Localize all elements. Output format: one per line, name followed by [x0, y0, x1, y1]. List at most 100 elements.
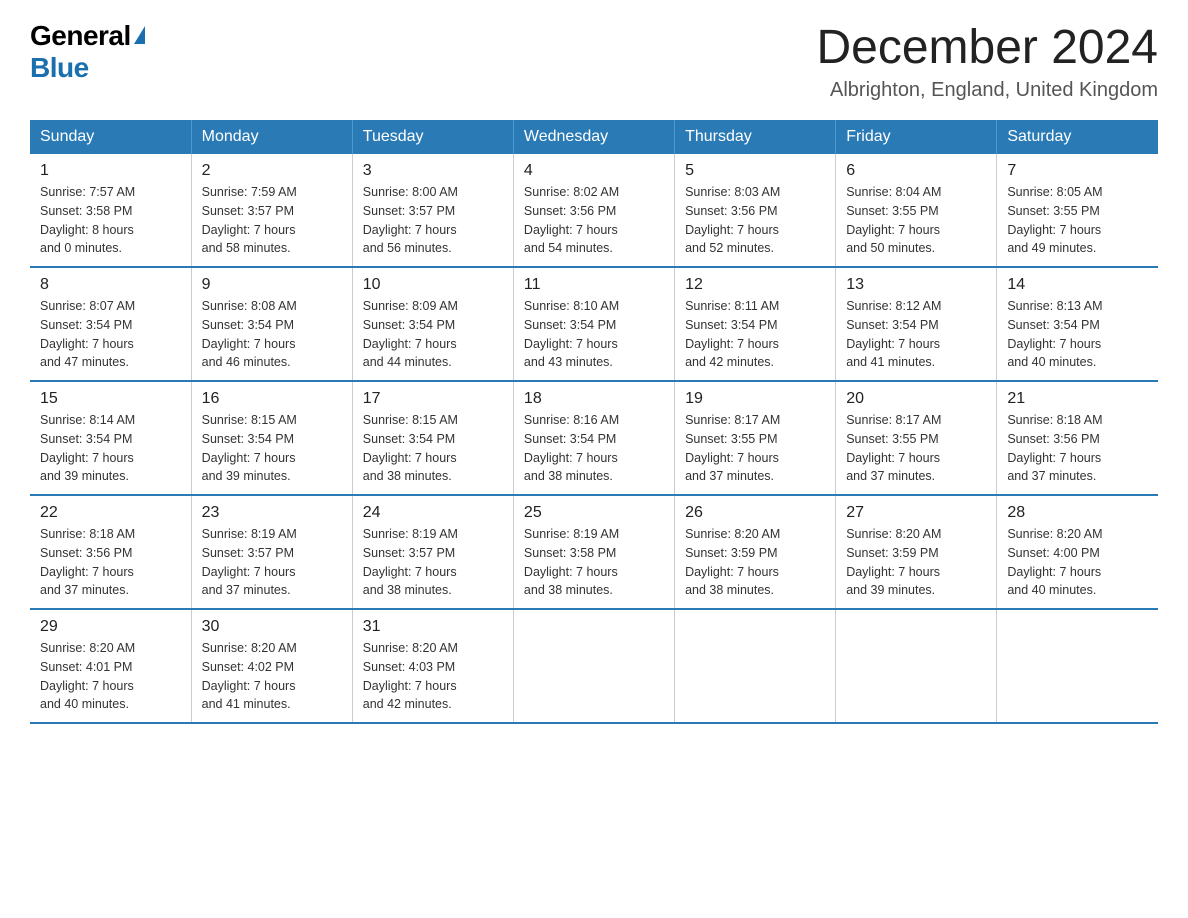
calendar-day-cell: 18 Sunrise: 8:16 AMSunset: 3:54 PMDaylig… — [513, 381, 674, 495]
calendar-day-cell: 3 Sunrise: 8:00 AMSunset: 3:57 PMDayligh… — [352, 154, 513, 267]
day-number: 4 — [524, 162, 664, 180]
calendar-day-cell — [513, 609, 674, 723]
day-number: 22 — [40, 504, 181, 522]
calendar-day-cell: 17 Sunrise: 8:15 AMSunset: 3:54 PMDaylig… — [352, 381, 513, 495]
day-info: Sunrise: 8:20 AMSunset: 4:02 PMDaylight:… — [202, 639, 342, 714]
calendar-day-cell: 8 Sunrise: 8:07 AMSunset: 3:54 PMDayligh… — [30, 267, 191, 381]
day-info: Sunrise: 8:08 AMSunset: 3:54 PMDaylight:… — [202, 297, 342, 372]
day-number: 7 — [1007, 162, 1148, 180]
day-number: 16 — [202, 390, 342, 408]
calendar-day-header: Tuesday — [352, 120, 513, 154]
day-number: 11 — [524, 276, 664, 294]
day-info: Sunrise: 8:14 AMSunset: 3:54 PMDaylight:… — [40, 411, 181, 486]
logo: General Blue — [30, 20, 145, 84]
calendar-day-cell: 4 Sunrise: 8:02 AMSunset: 3:56 PMDayligh… — [513, 154, 674, 267]
day-info: Sunrise: 8:20 AMSunset: 3:59 PMDaylight:… — [846, 525, 986, 600]
day-number: 3 — [363, 162, 503, 180]
calendar-week-row: 8 Sunrise: 8:07 AMSunset: 3:54 PMDayligh… — [30, 267, 1158, 381]
calendar-day-header: Friday — [836, 120, 997, 154]
day-number: 9 — [202, 276, 342, 294]
page-header: General Blue December 2024 Albrighton, E… — [30, 20, 1158, 102]
calendar-day-cell: 22 Sunrise: 8:18 AMSunset: 3:56 PMDaylig… — [30, 495, 191, 609]
day-info: Sunrise: 8:17 AMSunset: 3:55 PMDaylight:… — [846, 411, 986, 486]
calendar-day-header: Wednesday — [513, 120, 674, 154]
day-number: 15 — [40, 390, 181, 408]
day-info: Sunrise: 8:19 AMSunset: 3:57 PMDaylight:… — [363, 525, 503, 600]
day-number: 12 — [685, 276, 825, 294]
day-number: 23 — [202, 504, 342, 522]
calendar-day-cell: 24 Sunrise: 8:19 AMSunset: 3:57 PMDaylig… — [352, 495, 513, 609]
day-number: 30 — [202, 618, 342, 636]
day-number: 17 — [363, 390, 503, 408]
calendar-day-cell: 19 Sunrise: 8:17 AMSunset: 3:55 PMDaylig… — [675, 381, 836, 495]
calendar-day-cell: 2 Sunrise: 7:59 AMSunset: 3:57 PMDayligh… — [191, 154, 352, 267]
logo-blue-text: Blue — [30, 52, 89, 83]
calendar-day-cell: 14 Sunrise: 8:13 AMSunset: 3:54 PMDaylig… — [997, 267, 1158, 381]
calendar-day-header: Thursday — [675, 120, 836, 154]
calendar-day-cell: 1 Sunrise: 7:57 AMSunset: 3:58 PMDayligh… — [30, 154, 191, 267]
calendar-day-cell: 26 Sunrise: 8:20 AMSunset: 3:59 PMDaylig… — [675, 495, 836, 609]
day-info: Sunrise: 8:04 AMSunset: 3:55 PMDaylight:… — [846, 183, 986, 258]
day-info: Sunrise: 8:19 AMSunset: 3:58 PMDaylight:… — [524, 525, 664, 600]
day-number: 28 — [1007, 504, 1148, 522]
day-number: 25 — [524, 504, 664, 522]
day-info: Sunrise: 8:20 AMSunset: 4:03 PMDaylight:… — [363, 639, 503, 714]
calendar-day-cell: 7 Sunrise: 8:05 AMSunset: 3:55 PMDayligh… — [997, 154, 1158, 267]
calendar-day-cell: 20 Sunrise: 8:17 AMSunset: 3:55 PMDaylig… — [836, 381, 997, 495]
calendar-day-cell: 28 Sunrise: 8:20 AMSunset: 4:00 PMDaylig… — [997, 495, 1158, 609]
day-info: Sunrise: 7:59 AMSunset: 3:57 PMDaylight:… — [202, 183, 342, 258]
day-number: 19 — [685, 390, 825, 408]
day-number: 13 — [846, 276, 986, 294]
calendar-day-cell: 5 Sunrise: 8:03 AMSunset: 3:56 PMDayligh… — [675, 154, 836, 267]
day-number: 2 — [202, 162, 342, 180]
day-info: Sunrise: 8:05 AMSunset: 3:55 PMDaylight:… — [1007, 183, 1148, 258]
day-info: Sunrise: 8:20 AMSunset: 3:59 PMDaylight:… — [685, 525, 825, 600]
day-info: Sunrise: 8:10 AMSunset: 3:54 PMDaylight:… — [524, 297, 664, 372]
day-info: Sunrise: 7:57 AMSunset: 3:58 PMDaylight:… — [40, 183, 181, 258]
day-info: Sunrise: 8:07 AMSunset: 3:54 PMDaylight:… — [40, 297, 181, 372]
calendar-day-cell: 16 Sunrise: 8:15 AMSunset: 3:54 PMDaylig… — [191, 381, 352, 495]
day-info: Sunrise: 8:00 AMSunset: 3:57 PMDaylight:… — [363, 183, 503, 258]
calendar-day-cell: 12 Sunrise: 8:11 AMSunset: 3:54 PMDaylig… — [675, 267, 836, 381]
logo-triangle-icon — [134, 26, 145, 44]
day-number: 6 — [846, 162, 986, 180]
day-info: Sunrise: 8:19 AMSunset: 3:57 PMDaylight:… — [202, 525, 342, 600]
day-info: Sunrise: 8:20 AMSunset: 4:01 PMDaylight:… — [40, 639, 181, 714]
day-info: Sunrise: 8:13 AMSunset: 3:54 PMDaylight:… — [1007, 297, 1148, 372]
calendar-day-cell: 29 Sunrise: 8:20 AMSunset: 4:01 PMDaylig… — [30, 609, 191, 723]
calendar-day-cell: 13 Sunrise: 8:12 AMSunset: 3:54 PMDaylig… — [836, 267, 997, 381]
day-number: 10 — [363, 276, 503, 294]
day-number: 1 — [40, 162, 181, 180]
calendar-day-cell: 11 Sunrise: 8:10 AMSunset: 3:54 PMDaylig… — [513, 267, 674, 381]
calendar-day-cell — [675, 609, 836, 723]
day-info: Sunrise: 8:20 AMSunset: 4:00 PMDaylight:… — [1007, 525, 1148, 600]
day-number: 26 — [685, 504, 825, 522]
month-title: December 2024 — [816, 20, 1158, 75]
day-number: 20 — [846, 390, 986, 408]
calendar-day-cell: 21 Sunrise: 8:18 AMSunset: 3:56 PMDaylig… — [997, 381, 1158, 495]
calendar-day-cell: 6 Sunrise: 8:04 AMSunset: 3:55 PMDayligh… — [836, 154, 997, 267]
day-number: 18 — [524, 390, 664, 408]
day-number: 8 — [40, 276, 181, 294]
calendar-day-cell: 30 Sunrise: 8:20 AMSunset: 4:02 PMDaylig… — [191, 609, 352, 723]
day-info: Sunrise: 8:09 AMSunset: 3:54 PMDaylight:… — [363, 297, 503, 372]
calendar-day-cell — [997, 609, 1158, 723]
day-info: Sunrise: 8:03 AMSunset: 3:56 PMDaylight:… — [685, 183, 825, 258]
day-number: 31 — [363, 618, 503, 636]
day-number: 14 — [1007, 276, 1148, 294]
day-info: Sunrise: 8:11 AMSunset: 3:54 PMDaylight:… — [685, 297, 825, 372]
day-number: 29 — [40, 618, 181, 636]
day-number: 24 — [363, 504, 503, 522]
calendar-day-cell — [836, 609, 997, 723]
day-number: 21 — [1007, 390, 1148, 408]
day-info: Sunrise: 8:15 AMSunset: 3:54 PMDaylight:… — [202, 411, 342, 486]
calendar-day-cell: 15 Sunrise: 8:14 AMSunset: 3:54 PMDaylig… — [30, 381, 191, 495]
day-info: Sunrise: 8:17 AMSunset: 3:55 PMDaylight:… — [685, 411, 825, 486]
day-info: Sunrise: 8:15 AMSunset: 3:54 PMDaylight:… — [363, 411, 503, 486]
calendar-day-cell: 10 Sunrise: 8:09 AMSunset: 3:54 PMDaylig… — [352, 267, 513, 381]
calendar-week-row: 1 Sunrise: 7:57 AMSunset: 3:58 PMDayligh… — [30, 154, 1158, 267]
calendar-header-row: SundayMondayTuesdayWednesdayThursdayFrid… — [30, 120, 1158, 154]
calendar-week-row: 29 Sunrise: 8:20 AMSunset: 4:01 PMDaylig… — [30, 609, 1158, 723]
day-info: Sunrise: 8:16 AMSunset: 3:54 PMDaylight:… — [524, 411, 664, 486]
calendar-day-cell: 27 Sunrise: 8:20 AMSunset: 3:59 PMDaylig… — [836, 495, 997, 609]
